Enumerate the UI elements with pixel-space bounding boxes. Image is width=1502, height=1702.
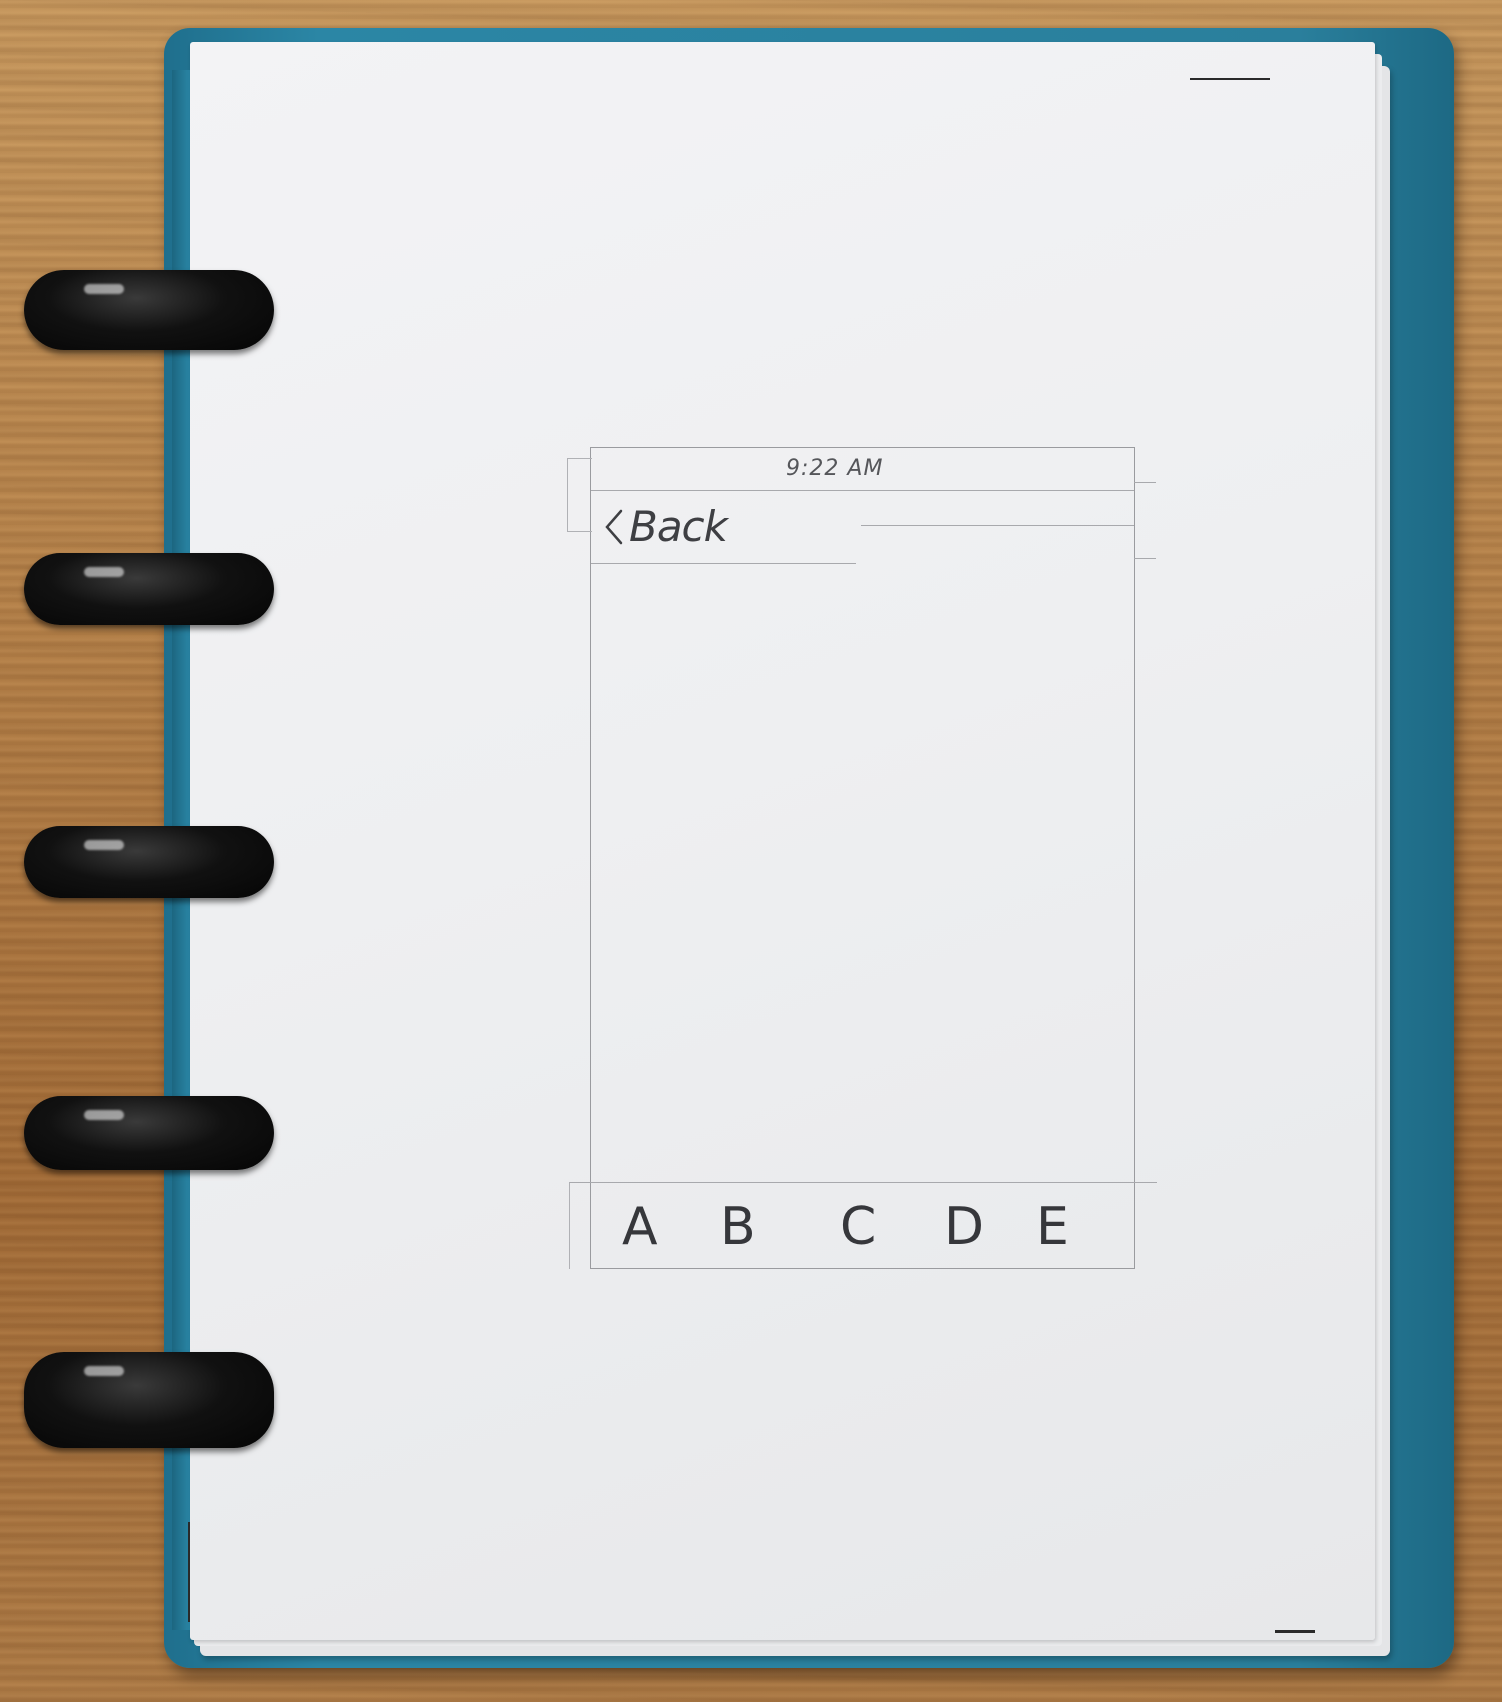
- tab-a[interactable]: A: [622, 1201, 658, 1253]
- content-area: [591, 564, 1134, 1182]
- back-button-label: Back: [629, 502, 728, 551]
- page-edge-mark: [188, 1522, 190, 1622]
- binder-ring-3: [24, 826, 274, 898]
- binder-ring-5: [24, 1352, 274, 1448]
- page-edge-mark: [1275, 1630, 1315, 1633]
- phone-wireframe-sketch: 9:22 AM Back A B C D E: [567, 447, 1157, 1269]
- navigation-bar: Back: [591, 490, 1134, 564]
- binder-ring-4: [24, 1096, 274, 1170]
- sketch-outline-mark: [567, 458, 592, 532]
- tab-bar: A B C D E: [569, 1182, 1157, 1269]
- chevron-left-icon: [605, 509, 623, 545]
- page-edge-mark: [1190, 78, 1270, 80]
- nav-divider: [861, 525, 1134, 526]
- tab-d[interactable]: D: [944, 1201, 984, 1253]
- back-button[interactable]: Back: [601, 502, 728, 551]
- status-time: 9:22 AM: [786, 456, 884, 481]
- tab-c[interactable]: C: [840, 1201, 876, 1253]
- status-bar: 9:22 AM: [591, 448, 1134, 491]
- binder-ring-2: [24, 553, 274, 625]
- sketch-tick: [1134, 482, 1156, 483]
- tab-e[interactable]: E: [1036, 1201, 1069, 1253]
- tab-b[interactable]: B: [720, 1201, 756, 1253]
- sketch-tick: [1134, 558, 1156, 559]
- binder-ring-1: [24, 270, 274, 350]
